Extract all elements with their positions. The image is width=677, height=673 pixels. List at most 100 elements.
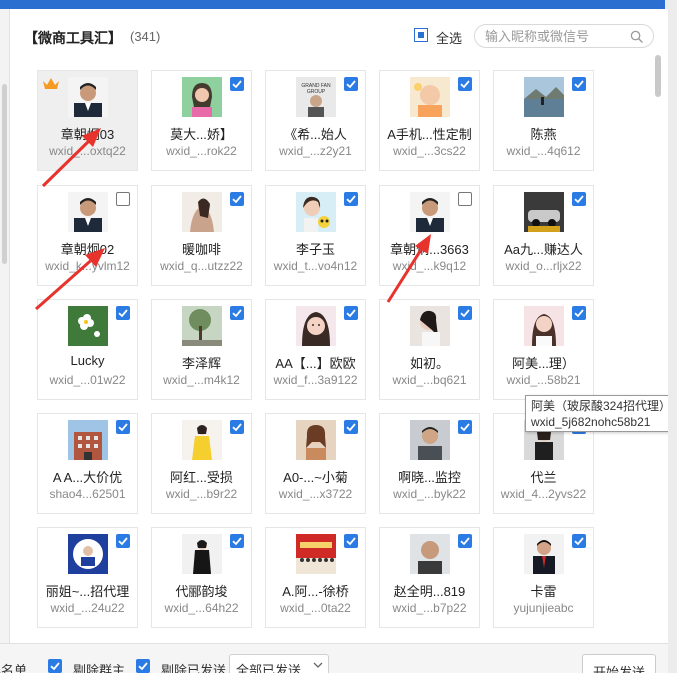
contact-card[interactable]: 赵全明...819 wxid_...b7p22 [379, 527, 480, 628]
avatar [296, 534, 336, 574]
select-all-label[interactable]: 全选 [436, 28, 462, 47]
avatar [410, 192, 450, 232]
contact-checkbox[interactable] [572, 306, 586, 320]
contact-checkbox[interactable] [230, 77, 244, 91]
avatar [182, 77, 222, 117]
tooltip-wxid: wxid_5j682nohc58b21 [531, 415, 651, 429]
contact-wxid: wxid_...x3722 [278, 487, 353, 501]
avatar [410, 306, 450, 346]
group-title: 【微商工具汇】 [24, 30, 122, 46]
contact-card[interactable]: 陈燕 wxid_...4q612 [493, 70, 594, 171]
contact-card[interactable]: A手机...性定制 wxid_...3cs22 [379, 70, 480, 171]
contact-card[interactable]: GRAND FAN GROUP 《希...始人 wxid_...z2y21 [265, 70, 366, 171]
grid-scrollbar-thumb[interactable] [655, 55, 661, 97]
contact-grid: 章朝炯03 wxid_...oxtq22 莫大...娇】 wxid_...rok22 G… [10, 9, 650, 643]
avatar [68, 534, 108, 574]
bottom-toolbar: 黑名单 剔除群主 剔除已发送 全部已发送 开始发送 [0, 643, 668, 673]
contact-card[interactable]: 阿美...理） wxid_...58b21 [493, 299, 594, 400]
avatar [68, 306, 108, 346]
contact-checkbox[interactable] [230, 420, 244, 434]
contact-checkbox[interactable] [458, 306, 472, 320]
contact-checkbox[interactable] [458, 420, 472, 434]
select-all-checkbox[interactable] [414, 28, 428, 42]
contact-card[interactable]: 章朝炯02 wxid_k...yvlm12 [37, 185, 138, 286]
contact-name: A0-...~小菊 [283, 470, 348, 485]
contact-checkbox[interactable] [344, 306, 358, 320]
contact-checkbox[interactable] [344, 77, 358, 91]
contact-checkbox[interactable] [230, 306, 244, 320]
contact-checkbox[interactable] [572, 192, 586, 206]
contact-card[interactable]: 丽姐~...招代理 wxid_...24u22 [37, 527, 138, 628]
contact-wxid: wxid_...24u22 [50, 601, 125, 615]
contact-wxid: yujunjieabc [513, 601, 574, 615]
contact-checkbox[interactable] [116, 306, 130, 320]
contact-card[interactable]: 如初。 wxid_...bq621 [379, 299, 480, 400]
contact-name: Lucky [70, 353, 105, 368]
contact-checkbox[interactable] [230, 534, 244, 548]
contact-checkbox[interactable] [116, 192, 130, 206]
avatar [182, 420, 222, 460]
contact-card[interactable]: A0-...~小菊 wxid_...x3722 [265, 413, 366, 514]
contact-wxid: wxid_...oxtq22 [49, 144, 126, 158]
contact-card[interactable]: 阿红...受损 wxid_...b9r22 [151, 413, 252, 514]
contact-name: 代郦韵埈 [175, 584, 228, 599]
exclude-sent-label[interactable]: 剔除已发送 [161, 660, 226, 673]
exclude-owner-label[interactable]: 剔除群主 [73, 660, 125, 673]
contact-wxid: wxid_f...3a9122 [273, 373, 358, 387]
contact-name: A.阿...-徐桥 [282, 584, 349, 599]
send-scope-select[interactable]: 全部已发送 [229, 654, 329, 673]
contact-checkbox[interactable] [116, 534, 130, 548]
contact-card[interactable]: 李子玉 wxid_t...vo4n12 [265, 185, 366, 286]
contact-wxid: wxid_...bq621 [392, 373, 467, 387]
contact-checkbox[interactable] [572, 77, 586, 91]
contact-card[interactable]: 莫大...娇】 wxid_...rok22 [151, 70, 252, 171]
contact-wxid: wxid_...4q612 [506, 144, 581, 158]
contact-name: 李子玉 [295, 242, 335, 257]
contact-checkbox[interactable] [458, 192, 472, 206]
contact-checkbox[interactable] [344, 420, 358, 434]
contact-checkbox[interactable] [344, 192, 358, 206]
contact-checkbox[interactable] [116, 420, 130, 434]
contact-checkbox[interactable] [458, 77, 472, 91]
start-send-button[interactable]: 开始发送 [582, 654, 656, 673]
search-input[interactable] [485, 28, 625, 44]
contact-card[interactable]: 卡雷 yujunjieabc [493, 527, 594, 628]
contact-name: 卡雷 [530, 584, 557, 599]
contact-wxid: wxid_...z2y21 [279, 144, 352, 158]
avatar [68, 420, 108, 460]
contact-card[interactable]: 啊晓...监控 wxid_...byk22 [379, 413, 480, 514]
contact-card[interactable]: A A...大价优 shao4...62501 [37, 413, 138, 514]
contact-card[interactable]: 章朝炯...3663 wxid_...k9q12 [379, 185, 480, 286]
contact-name: 暖咖啡 [181, 242, 221, 257]
exclude-owner-checkbox[interactable] [48, 659, 62, 673]
send-scope-value: 全部已发送 [236, 663, 302, 673]
avatar [410, 534, 450, 574]
contact-wxid: wxid_...01w22 [49, 373, 126, 387]
contact-card[interactable]: Aa九...赚达人 wxid_o...rljx22 [493, 185, 594, 286]
contact-name: 啊晓...监控 [398, 470, 461, 485]
blacklist-label[interactable]: 黑名单 [0, 660, 27, 673]
contact-name: 陈燕 [530, 127, 557, 142]
contact-card[interactable]: 代郦韵埈 wxid_...64h22 [151, 527, 252, 628]
contact-name: 莫大...娇】 [170, 127, 233, 142]
search-box[interactable] [474, 24, 654, 48]
contact-card[interactable]: Lucky wxid_...01w22 [37, 299, 138, 400]
contact-checkbox[interactable] [230, 192, 244, 206]
exclude-sent-checkbox[interactable] [136, 659, 150, 673]
contact-checkbox[interactable] [572, 534, 586, 548]
left-scrollbar[interactable] [2, 84, 7, 264]
contact-checkbox[interactable] [458, 534, 472, 548]
contact-card[interactable]: 暖咖啡 wxid_q...utzz22 [151, 185, 252, 286]
contact-card[interactable]: 章朝炯03 wxid_...oxtq22 [37, 70, 138, 171]
contact-wxid: wxid_...k9q12 [392, 259, 467, 273]
right-gutter [668, 9, 677, 673]
search-icon[interactable] [630, 30, 643, 43]
contact-card[interactable]: A.阿...-徐桥 wxid_...0ta22 [265, 527, 366, 628]
contact-card[interactable]: 李泽辉 wxid_...m4k12 [151, 299, 252, 400]
contact-checkbox[interactable] [344, 534, 358, 548]
tooltip-nickname: 阿美（玻尿酸324招代理） [531, 399, 672, 413]
contact-tooltip: 阿美（玻尿酸324招代理） wxid_5j682nohc58b21 [525, 395, 676, 432]
contact-wxid: wxid_4...2yvs22 [500, 487, 587, 501]
avatar [182, 534, 222, 574]
contact-card[interactable]: AA【...】欧欧 wxid_f...3a9122 [265, 299, 366, 400]
